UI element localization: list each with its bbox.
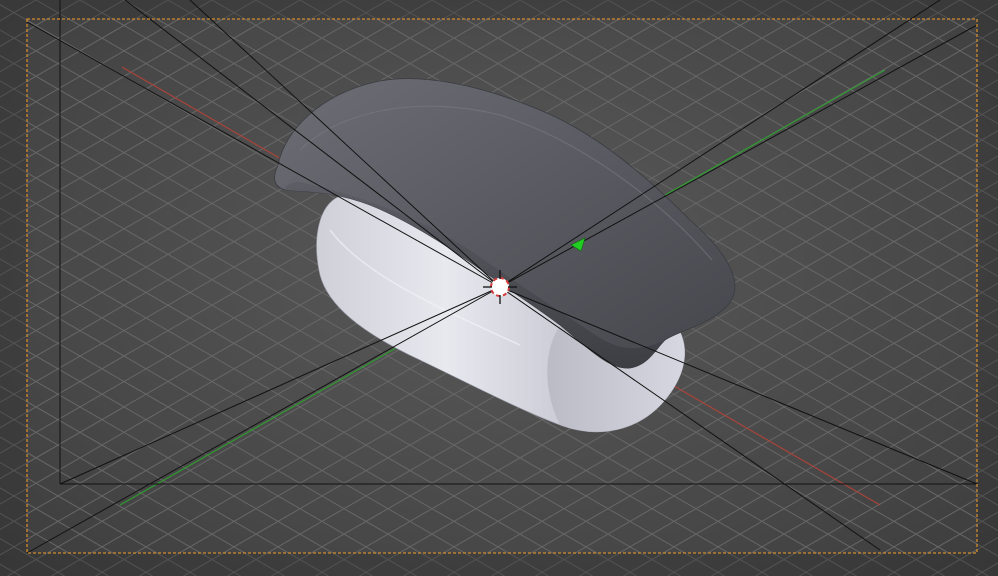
viewport-scene[interactable] bbox=[0, 0, 998, 576]
3d-viewport[interactable] bbox=[0, 0, 998, 576]
